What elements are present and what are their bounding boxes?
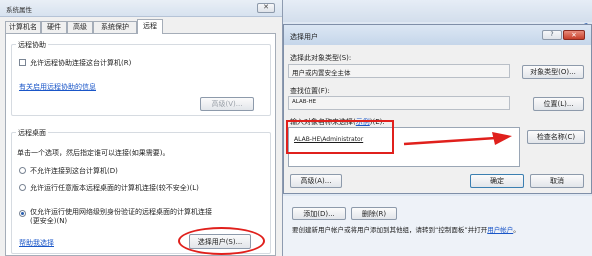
- back-window-strip: [283, 0, 592, 22]
- ok-button[interactable]: 确定: [470, 174, 524, 188]
- select-users-title: 选择用户: [290, 33, 318, 41]
- remote-assistance-advanced-button[interactable]: 高级(V)...: [200, 97, 254, 111]
- radio-allow-any-version[interactable]: [19, 184, 26, 191]
- object-type-field: 用户或内置安全主体: [288, 64, 510, 78]
- remote-assistance-info-link[interactable]: 有关启用远程协助的信息: [19, 82, 96, 92]
- radio-allow-nla-only[interactable]: [19, 210, 26, 217]
- help-me-choose-link[interactable]: 帮助我选择: [19, 238, 54, 248]
- close-button[interactable]: ✕: [257, 3, 275, 13]
- tab-computer-name[interactable]: 计算机名: [5, 21, 41, 33]
- system-properties-titlebar: [0, 0, 282, 17]
- tab-system-protection[interactable]: 系统保护: [93, 21, 137, 33]
- location-label: 查找位置(F):: [290, 87, 330, 95]
- close-icon: ✕: [263, 3, 269, 11]
- system-properties-window: 系统属性 ✕ 计算机名 硬件 高级 系统保护 远程 远程协助 允许远程协助连接这…: [0, 0, 283, 256]
- allow-remote-assistance-label: 允许远程协助连接这台计算机(R): [30, 59, 132, 67]
- radio-deny-connections-label: 不允许连接到这台计算机(D): [30, 167, 118, 175]
- user-accounts-link[interactable]: 用户帐户: [487, 226, 513, 234]
- location-field: ALAB-HE: [288, 96, 510, 110]
- cancel-button[interactable]: 取消: [530, 174, 584, 188]
- delete-user-button[interactable]: 删除(R): [351, 207, 397, 220]
- tab-remote[interactable]: 远程: [137, 19, 163, 34]
- check-names-button[interactable]: 检查名称(C): [527, 130, 585, 144]
- radio-allow-any-version-label: 允许运行任意版本远程桌面的计算机连接(较不安全)(L): [30, 184, 199, 192]
- remote-assistance-section-label: 远程协助: [16, 40, 48, 50]
- annotation-highlight-box: [286, 120, 394, 154]
- help-icon: ?: [550, 31, 554, 38]
- dialog-advanced-button[interactable]: 高级(A)...: [290, 174, 342, 188]
- annotation-highlight-ellipse: [178, 227, 265, 255]
- radio-allow-nla-only-label: 仅允许运行使用网络级别身份验证的远程桌面的计算机连接(更安全)(N): [30, 208, 212, 225]
- dialog-close-button[interactable]: ✕: [563, 30, 585, 40]
- remote-desktop-instruction: 单击一个选项，然后指定谁可以连接(如果需要)。: [17, 149, 170, 157]
- object-types-button[interactable]: 对象类型(O)...: [522, 65, 584, 79]
- tab-hardware[interactable]: 硬件: [41, 21, 67, 33]
- tab-advanced[interactable]: 高级: [67, 21, 93, 33]
- object-type-label: 选择此对象类型(S):: [290, 54, 352, 62]
- remote-desktop-section-label: 远程桌面: [16, 128, 48, 138]
- system-properties-title: 系统属性: [6, 6, 32, 14]
- back-window-footer-text: 要创建新用户帐户或将用户添加到其他组，请转到“控制面板”并打开用户帐户。: [292, 226, 520, 234]
- add-user-button[interactable]: 添加(D)...: [292, 207, 346, 220]
- radio-deny-connections[interactable]: [19, 167, 26, 174]
- locations-button[interactable]: 位置(L)...: [533, 97, 584, 111]
- dialog-help-button[interactable]: ?: [542, 30, 562, 40]
- annotation-arrow-icon: [403, 132, 512, 146]
- close-icon: ✕: [571, 31, 577, 39]
- allow-remote-assistance-checkbox[interactable]: [19, 59, 26, 66]
